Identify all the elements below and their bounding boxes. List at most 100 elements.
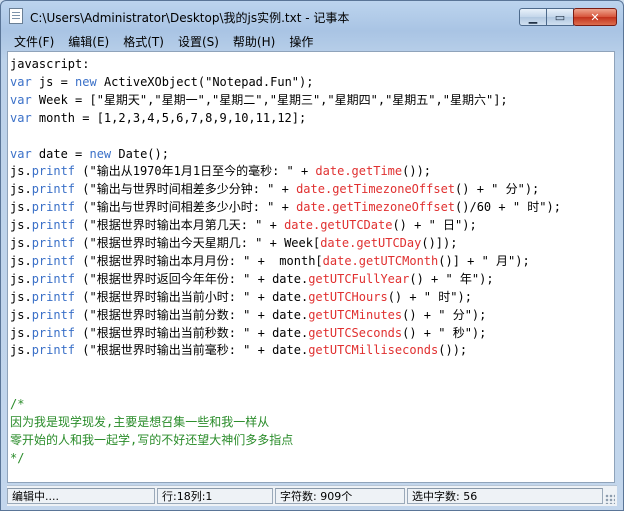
code-line: js.printf ("根据世界时输出本月第几天: " + date.getUT… bbox=[10, 216, 477, 234]
code-token: date.getTimezoneOffset bbox=[296, 182, 456, 197]
code-token: var bbox=[10, 74, 32, 89]
code-token: js. bbox=[10, 325, 32, 340]
code-token: js. bbox=[10, 271, 32, 286]
code-token: var bbox=[10, 92, 32, 107]
code-token: getUTCFullYear bbox=[308, 271, 410, 286]
code-token: printf bbox=[31, 271, 76, 286]
code-token: () + " 秒"); bbox=[402, 325, 487, 340]
code-line: js.printf ("根据世界时输出当前小时: " + date.getUTC… bbox=[10, 288, 472, 306]
code-token: () + " 日"); bbox=[392, 218, 477, 233]
menu-settings[interactable]: 设置(S) bbox=[171, 33, 226, 50]
code-token: date = bbox=[31, 146, 90, 161]
close-icon: ✕ bbox=[590, 10, 600, 24]
code-token: js. bbox=[10, 218, 32, 233]
code-line: js.printf ("根据世界时输出今天星期几: " + Week[date.… bbox=[10, 234, 457, 252]
code-token: ("根据世界时输出本月第几天: " + bbox=[75, 218, 285, 233]
code-line: var date = new Date(); bbox=[10, 145, 169, 163]
maximize-icon: ▭ bbox=[554, 10, 566, 24]
menu-help[interactable]: 帮助(H) bbox=[226, 33, 282, 50]
code-token: new bbox=[75, 74, 97, 89]
code-token: getUTCMilliseconds bbox=[308, 343, 439, 358]
code-token: javascript: bbox=[10, 57, 90, 71]
status-mode: 编辑中.... bbox=[7, 488, 155, 504]
code-token: ("输出与世界时间相差多少小时: " + bbox=[75, 200, 297, 215]
code-token: ("根据世界时输出当前小时: " + date. bbox=[75, 289, 309, 304]
code-token: printf bbox=[31, 253, 76, 268]
code-token: js. bbox=[10, 289, 32, 304]
status-selected-count: 选中字数: 56 bbox=[407, 488, 603, 504]
code-token: ActiveXObject("Notepad.Fun"); bbox=[96, 74, 314, 89]
status-position: 行:18列:1 bbox=[157, 488, 273, 504]
code-token: ()/60 + " 时"); bbox=[455, 200, 561, 215]
minimize-icon: ▁ bbox=[528, 10, 538, 24]
code-line: js.printf ("输出与世界时间相差多少小时: " + date.getT… bbox=[10, 198, 561, 216]
code-token: 因为我是现学现发,主要是想召集一些和我一样从 bbox=[10, 415, 270, 429]
code-token: js. bbox=[10, 200, 32, 215]
code-token: ()]); bbox=[421, 236, 458, 250]
menu-edit[interactable]: 编辑(E) bbox=[61, 33, 116, 50]
code-token: /* bbox=[10, 397, 25, 412]
code-token: printf bbox=[31, 200, 76, 215]
code-token: new bbox=[89, 146, 112, 161]
code-token: ("根据世界时输出今天星期几: " + Week[ bbox=[75, 236, 321, 250]
code-token: ("输出与世界时间相差多少分钟: " + bbox=[75, 182, 297, 197]
window-title: C:\Users\Administrator\Desktop\我的js实例.tx… bbox=[30, 11, 350, 25]
code-token: ()] + " 月"); bbox=[438, 253, 530, 268]
code-token: () + " 分"); bbox=[455, 182, 540, 197]
code-token: ("根据世界时输出当前分数: " + date. bbox=[75, 307, 309, 322]
code-token: var bbox=[10, 146, 32, 161]
menu-format[interactable]: 格式(T) bbox=[116, 33, 171, 50]
code-token: ()); bbox=[402, 164, 432, 179]
code-token: ("根据世界时输出当前毫秒: " + date. bbox=[75, 343, 309, 358]
code-token: getUTCMinutes bbox=[308, 307, 403, 322]
code-token: getUTCSeconds bbox=[308, 325, 403, 340]
title-bar[interactable]: C:\Users\Administrator\Desktop\我的js实例.tx… bbox=[1, 1, 623, 31]
code-token: js. bbox=[10, 236, 32, 250]
code-token: ("根据世界时返回今年年份: " + date. bbox=[75, 271, 309, 286]
code-line: var js = new ActiveXObject("Notepad.Fun"… bbox=[10, 73, 313, 91]
text-editor[interactable]: javascript: var js = new ActiveXObject("N… bbox=[7, 51, 615, 483]
code-line: js.printf ("根据世界时输出本月月份: " + month[date.… bbox=[10, 252, 530, 270]
notepad-window: C:\Users\Administrator\Desktop\我的js实例.tx… bbox=[0, 0, 624, 511]
code-token: printf bbox=[31, 325, 76, 340]
code-token: js. bbox=[10, 343, 32, 358]
code-token: 零开始的人和我一起学,写的不好还望大神们多多指点 bbox=[10, 432, 294, 447]
code-line: js.printf ("输出从1970年1月1日至今的毫秒: " + date.… bbox=[10, 162, 431, 180]
code-token: ("根据世界时输出当前秒数: " + date. bbox=[75, 325, 309, 340]
code-token: ()); bbox=[438, 343, 468, 358]
code-line: */ bbox=[10, 449, 24, 467]
code-token: ("输出从1970年1月1日至今的毫秒: " + bbox=[75, 164, 316, 179]
code-line: js.printf ("根据世界时输出当前秒数: " + date.getUTC… bbox=[10, 324, 486, 342]
menu-bar: 文件(F) 编辑(E) 格式(T) 设置(S) 帮助(H) 操作 bbox=[7, 32, 617, 51]
code-token: date.getUTCDate bbox=[284, 218, 393, 233]
code-token: printf bbox=[31, 164, 76, 179]
code-token: printf bbox=[31, 307, 76, 322]
status-bar: 编辑中.... 行:18列:1 字符数: 909个 选中字数: 56 bbox=[7, 485, 617, 506]
code-token: date.getTime bbox=[315, 164, 403, 179]
notepad-icon[interactable] bbox=[9, 8, 23, 24]
code-line: js.printf ("根据世界时返回今年年份: " + date.getUTC… bbox=[10, 270, 494, 288]
code-token: printf bbox=[31, 218, 76, 233]
code-line: 因为我是现学现发,主要是想召集一些和我一样从 bbox=[10, 413, 269, 431]
code-token: printf bbox=[31, 182, 76, 197]
close-button[interactable]: ✕ bbox=[573, 8, 617, 26]
code-token: getUTCHours bbox=[308, 289, 388, 304]
code-token: () + " 年"); bbox=[409, 271, 494, 286]
minimize-button[interactable]: ▁ bbox=[519, 8, 547, 26]
code-line: var month = [1,2,3,4,5,6,7,8,9,10,11,12]… bbox=[10, 109, 306, 127]
code-token: date.getTimezoneOffset bbox=[296, 200, 456, 215]
code-token: printf bbox=[31, 343, 76, 358]
code-token: printf bbox=[31, 236, 76, 250]
code-token: */ bbox=[10, 450, 25, 465]
code-token: () + " 分"); bbox=[402, 307, 487, 322]
code-line: js.printf ("根据世界时输出当前分数: " + date.getUTC… bbox=[10, 306, 486, 324]
menu-file[interactable]: 文件(F) bbox=[7, 33, 61, 50]
resize-grip-icon[interactable] bbox=[605, 494, 615, 504]
code-token: ("根据世界时输出本月月份: " + month[ bbox=[75, 253, 323, 268]
maximize-button[interactable]: ▭ bbox=[546, 8, 574, 26]
menu-actions[interactable]: 操作 bbox=[282, 33, 320, 50]
code-token: () + " 时"); bbox=[387, 289, 472, 304]
code-token: js. bbox=[10, 164, 32, 179]
code-token: month = [1,2,3,4,5,6,7,8,9,10,11,12]; bbox=[31, 110, 307, 125]
code-token: js. bbox=[10, 182, 32, 197]
